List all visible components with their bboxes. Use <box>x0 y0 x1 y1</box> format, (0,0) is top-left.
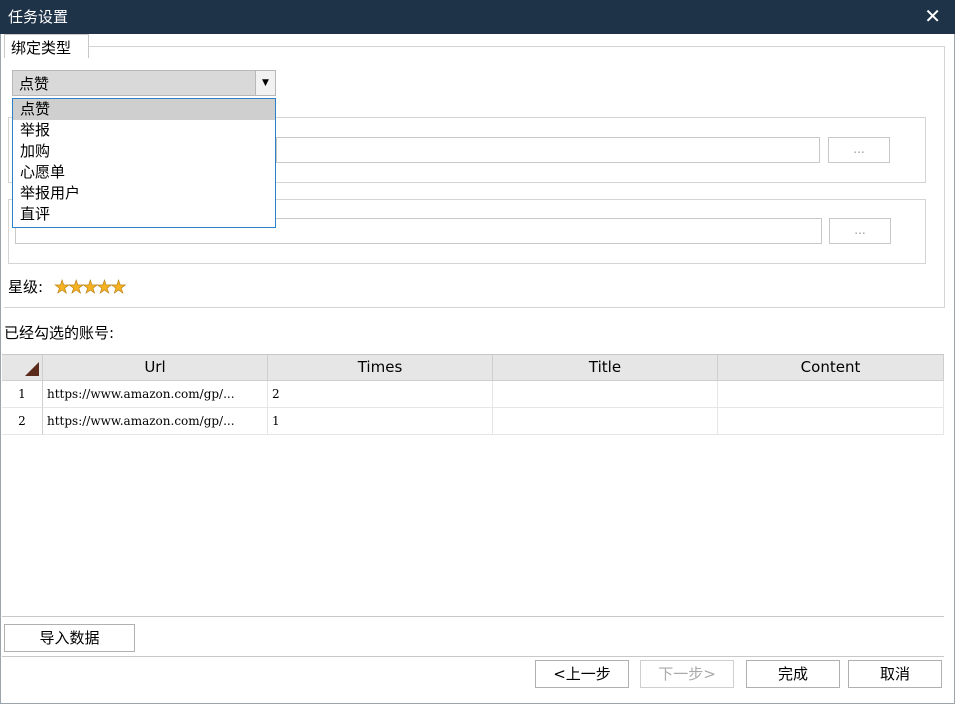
window-title: 任务设置 <box>8 8 69 26</box>
dropdown-option-report[interactable]: 举报 <box>13 120 275 141</box>
divider <box>2 616 944 617</box>
next-step-button[interactable]: 下一步> <box>640 660 734 688</box>
field2-browse-button[interactable]: ... <box>829 218 891 244</box>
column-header-content[interactable]: Content <box>718 355 944 381</box>
divider <box>2 656 944 657</box>
cell-times[interactable]: 2 <box>268 381 493 408</box>
accounts-label: 已经勾选的账号: <box>4 324 115 342</box>
cell-title[interactable] <box>493 408 718 435</box>
cell-content[interactable] <box>718 381 944 408</box>
cell-times[interactable]: 1 <box>268 408 493 435</box>
column-header-url[interactable]: Url <box>43 355 268 381</box>
previous-step-button[interactable]: <上一步 <box>535 660 629 688</box>
cell-url[interactable]: https://www.amazon.com/gp/... <box>43 381 268 408</box>
binding-type-combobox[interactable]: 点赞 ▼ <box>12 70 276 96</box>
table-corner[interactable] <box>2 355 43 381</box>
corner-triangle-icon <box>25 362 39 376</box>
column-header-title[interactable]: Title <box>493 355 718 381</box>
title-bar <box>0 0 955 34</box>
finish-button[interactable]: 完成 <box>746 660 840 688</box>
dropdown-option-wishlist[interactable]: 心愿单 <box>13 162 275 183</box>
import-data-button[interactable]: 导入数据 <box>4 624 135 652</box>
rating-label: 星级: <box>8 278 44 296</box>
combobox-selected-value: 点赞 <box>19 75 50 93</box>
row-number[interactable]: 1 <box>2 381 43 408</box>
binding-type-dropdown[interactable]: 点赞 举报 加购 心愿单 举报用户 直评 <box>12 98 276 228</box>
cell-title[interactable] <box>493 381 718 408</box>
accounts-table: Url Times Title Content 1 https://www.am… <box>2 354 944 616</box>
dropdown-option-report-user[interactable]: 举报用户 <box>13 183 275 204</box>
column-header-times[interactable]: Times <box>268 355 493 381</box>
cell-url[interactable]: https://www.amazon.com/gp/... <box>43 408 268 435</box>
row-number[interactable]: 2 <box>2 408 43 435</box>
dropdown-option-direct-review[interactable]: 直评 <box>13 204 275 225</box>
close-icon[interactable]: ✕ <box>924 4 941 28</box>
cell-content[interactable] <box>718 408 944 435</box>
dropdown-option-add-cart[interactable]: 加购 <box>13 141 275 162</box>
star-rating[interactable]: ★★★★★ <box>54 277 127 299</box>
cancel-button[interactable]: 取消 <box>848 660 942 688</box>
dropdown-option-like[interactable]: 点赞 <box>13 99 275 120</box>
field1-input[interactable] <box>276 137 820 163</box>
chevron-down-icon[interactable]: ▼ <box>255 71 275 95</box>
binding-group-label: 绑定类型 <box>4 34 89 58</box>
field1-browse-button[interactable]: ... <box>828 137 890 163</box>
